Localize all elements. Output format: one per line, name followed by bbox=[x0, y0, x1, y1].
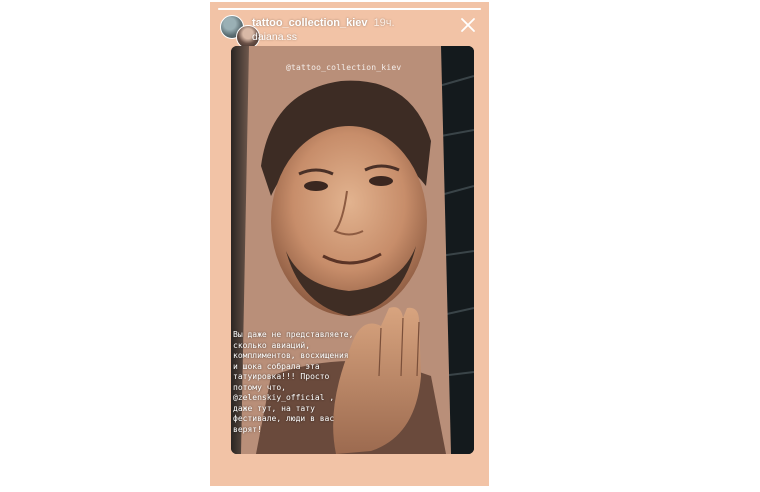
story-caption: Вы даже не представляете, сколько авиаци… bbox=[233, 330, 354, 434]
username-row: tattoo_collection_kiev 19ч. bbox=[252, 17, 395, 29]
story-viewer[interactable]: tattoo_collection_kiev 19ч. daiana.ss @t… bbox=[210, 2, 489, 486]
story-progress-fill bbox=[218, 8, 481, 10]
close-icon[interactable] bbox=[459, 16, 477, 34]
story-timestamp: 19ч. bbox=[373, 17, 395, 29]
story-progress-bar bbox=[218, 8, 481, 10]
mention-sticker[interactable]: @tattoo_collection_kiev bbox=[286, 63, 401, 72]
story-username[interactable]: tattoo_collection_kiev bbox=[252, 17, 368, 29]
story-header: tattoo_collection_kiev 19ч. daiana.ss bbox=[218, 14, 481, 49]
header-text: tattoo_collection_kiev 19ч. daiana.ss bbox=[252, 17, 395, 43]
reposted-from-username[interactable]: daiana.ss bbox=[252, 31, 395, 43]
